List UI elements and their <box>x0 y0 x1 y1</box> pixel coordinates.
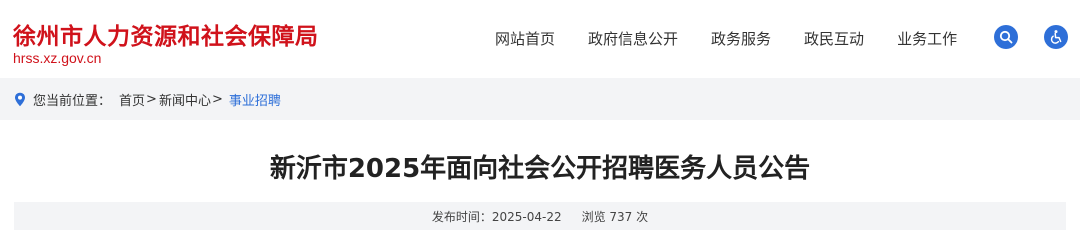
accessibility-button[interactable] <box>1044 25 1068 49</box>
nav-item-home[interactable]: 网站首页 <box>495 28 555 49</box>
breadcrumb-item-recruitment[interactable]: 事业招聘 <box>229 90 281 109</box>
site-header: 徐州市人力资源和社会保障局 hrss.xz.gov.cn 网站首页 政府信息公开… <box>0 0 1080 78</box>
breadcrumb-prefix: 您当前位置： <box>33 93 112 109</box>
breadcrumb-item-news[interactable]: 新闻中心 <box>159 90 211 109</box>
main-nav: 网站首页 政府信息公开 政务服务 政民互动 业务工作 <box>495 28 990 49</box>
site-domain: hrss.xz.gov.cn <box>13 50 102 66</box>
article-title: 新沂市2025年面向社会公开招聘医务人员公告 <box>269 154 811 184</box>
search-icon <box>999 30 1013 44</box>
search-button[interactable] <box>994 25 1018 49</box>
nav-item-services[interactable]: 政务服务 <box>711 28 771 49</box>
site-title[interactable]: 徐州市人力资源和社会保障局 <box>13 17 319 51</box>
location-pin-icon <box>14 92 26 107</box>
article-meta: 发布时间：2025-04-22 浏览 737 次 <box>14 202 1066 230</box>
breadcrumb: 您当前位置： 首页 > 新闻中心 > 事业招聘 <box>0 78 1080 120</box>
nav-item-business[interactable]: 业务工作 <box>897 28 957 49</box>
breadcrumb-separator: > <box>146 91 157 107</box>
nav-item-gov-info[interactable]: 政府信息公开 <box>588 28 678 49</box>
view-count: 浏览 737 次 <box>581 209 649 224</box>
publish-date: 发布时间：2025-04-22 <box>431 209 562 224</box>
breadcrumb-item-home[interactable]: 首页 <box>119 90 145 109</box>
nav-item-interaction[interactable]: 政民互动 <box>804 28 864 49</box>
accessibility-icon <box>1050 30 1062 44</box>
breadcrumb-separator: > <box>211 91 223 107</box>
